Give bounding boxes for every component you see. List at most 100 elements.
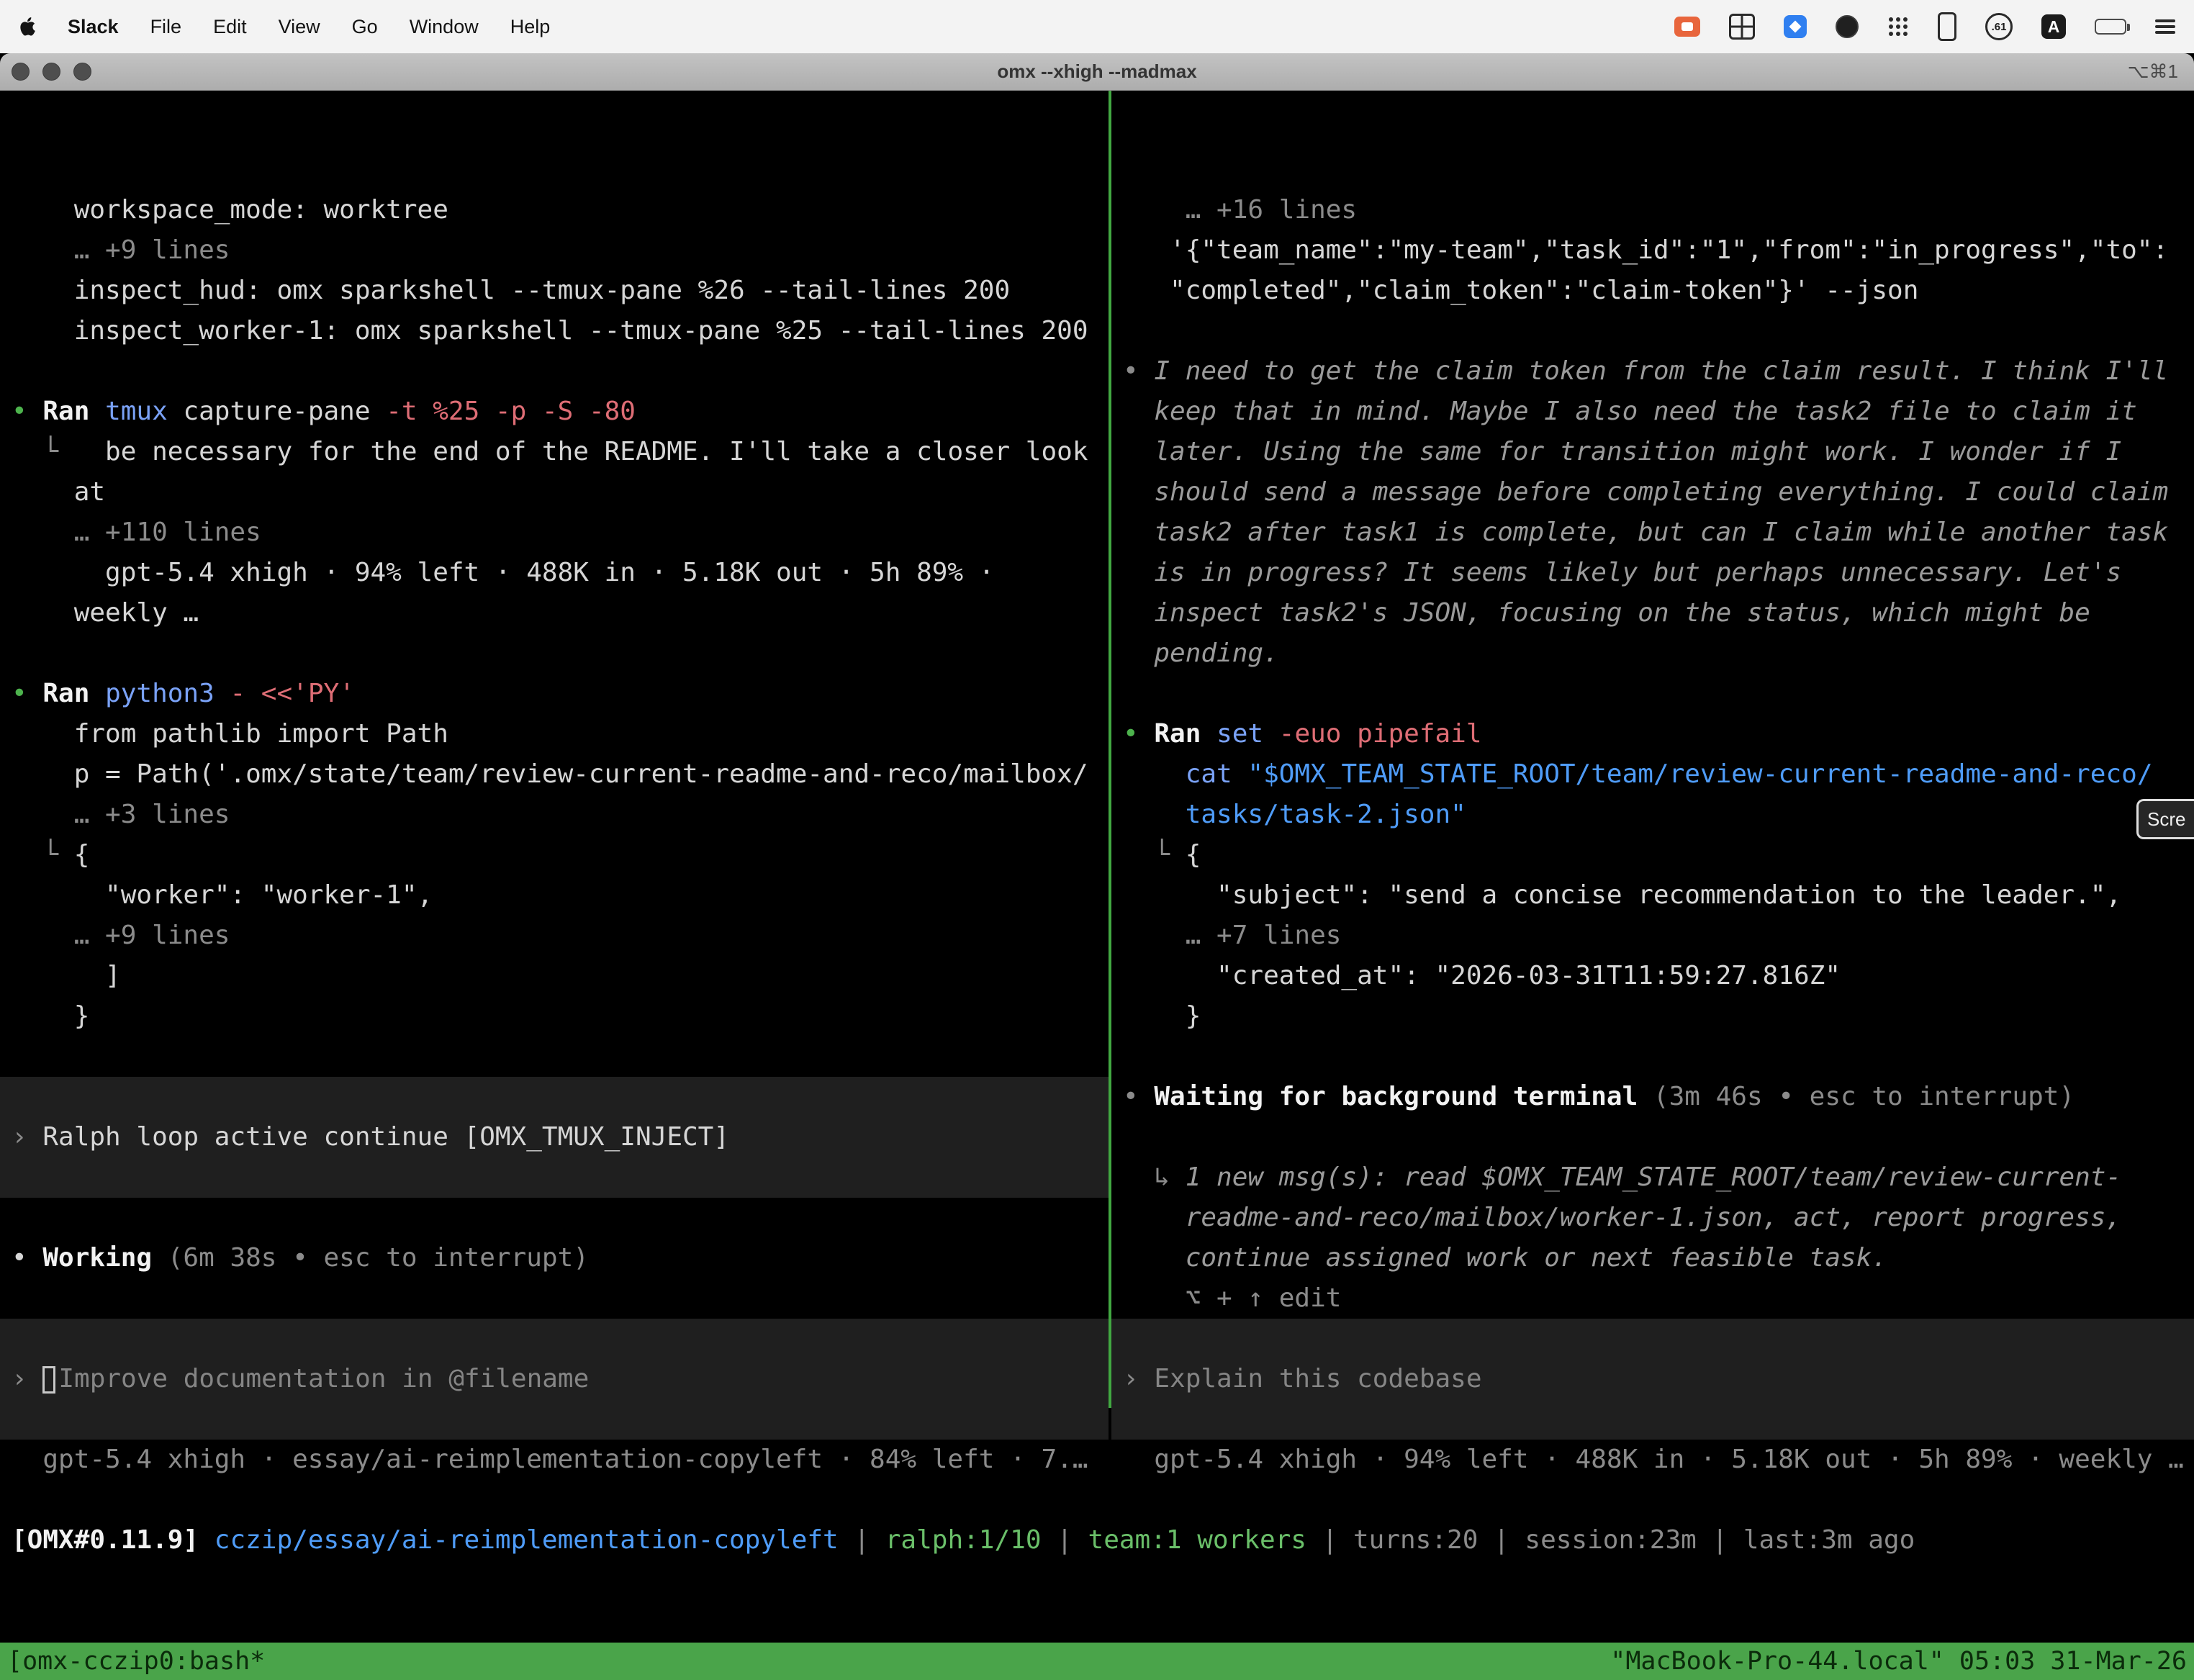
terminal-text-segment: "created_at": "2026-03-31T11:59:27.816Z" bbox=[1123, 961, 1841, 990]
terminal-line: … +110 lines bbox=[0, 512, 1109, 553]
screen-notification-overlay[interactable]: Scre bbox=[2136, 799, 2194, 839]
dots-grid-icon[interactable] bbox=[1887, 16, 1909, 37]
terminal-text-segment: Ran bbox=[42, 679, 105, 708]
terminal-text-segment: should send a message before completing … bbox=[1123, 477, 2168, 507]
apple-icon[interactable] bbox=[19, 17, 36, 37]
terminal-line: ⌥ + ↑ edit bbox=[1111, 1278, 2194, 1319]
terminal-line: from pathlib import Path bbox=[0, 714, 1109, 754]
terminal-text-segment: ↳ bbox=[1123, 1162, 1186, 1192]
terminal-text-segment: keep that in mind. Maybe I also need the… bbox=[1123, 397, 2137, 426]
terminal-text-segment: Explain this codebase bbox=[1154, 1364, 1481, 1394]
terminal-line: weekly … bbox=[0, 593, 1109, 633]
menu-bar-left: Slack File Edit View Go Window Help bbox=[19, 16, 550, 38]
terminal-text-segment: (3m 46s • esc to interrupt) bbox=[1653, 1082, 2075, 1111]
terminal-line: ] bbox=[0, 956, 1109, 996]
menu-view[interactable]: View bbox=[279, 16, 320, 38]
terminal-line: "completed","claim_token":"claim-token"}… bbox=[1111, 271, 2194, 311]
terminal-text-segment: inspect_worker-1: omx sparkshell --tmux-… bbox=[12, 316, 1088, 346]
terminal-text-segment: capture-pane bbox=[183, 397, 386, 426]
terminal-pane-left: workspace_mode: worktree … +9 lines insp… bbox=[0, 190, 1109, 1480]
terminal-line: … +16 lines bbox=[1111, 190, 2194, 230]
terminal-text-segment: › bbox=[1123, 1364, 1154, 1394]
blue-app-icon[interactable] bbox=[1784, 15, 1807, 38]
close-button[interactable] bbox=[12, 63, 30, 81]
window-tab-shortcut: ⌥⌘1 bbox=[2128, 60, 2194, 83]
menu-items: File Edit View Go Window Help bbox=[150, 16, 551, 38]
menu-app-name[interactable]: Slack bbox=[68, 16, 119, 38]
terminal-text-segment: is in progress? It seems likely but perh… bbox=[1123, 558, 2121, 587]
terminal-blank-line bbox=[0, 1278, 1109, 1319]
gauge-icon[interactable]: .61 bbox=[1985, 13, 2013, 40]
menu-bar-status-icons: .61 A bbox=[1674, 12, 2175, 41]
minimize-button[interactable] bbox=[42, 63, 60, 81]
iphone-mirroring-icon[interactable] bbox=[1938, 12, 1956, 41]
text-cursor bbox=[42, 1366, 55, 1394]
input-source-icon[interactable]: A bbox=[2041, 14, 2066, 39]
terminal-text-segment: [OMX#0.11.9] bbox=[12, 1525, 215, 1555]
terminal-text-segment: at bbox=[12, 477, 105, 507]
prompt-input-line: › Improve documentation in @filename bbox=[0, 1359, 1109, 1399]
terminal-text-segment: python3 bbox=[105, 679, 230, 708]
terminal-pane-right: … +16 lines '{"team_name":"my-team","tas… bbox=[1111, 190, 2194, 1480]
terminal-text-segment: } bbox=[12, 1001, 89, 1031]
terminal-text-segment: from pathlib import Path bbox=[12, 719, 448, 749]
terminal-text-segment: task2 after task1 is complete, but can I… bbox=[1123, 518, 2168, 547]
terminal-text-segment: Working bbox=[42, 1243, 167, 1273]
terminal-line: gpt-5.4 xhigh · 94% left · 488K in · 5.1… bbox=[0, 553, 1109, 593]
terminal-text-segment: … +16 lines bbox=[1123, 195, 1357, 225]
prompt-input-box[interactable]: › Explain this codebase bbox=[1111, 1319, 2194, 1440]
terminal-line: continue assigned work or next feasible … bbox=[1111, 1238, 2194, 1278]
screen-recording-indicator-icon[interactable] bbox=[1674, 17, 1700, 37]
terminal-text-segment: inspect task2's JSON, focusing on the st… bbox=[1123, 598, 2090, 628]
terminal-line: • Waiting for background terminal (3m 46… bbox=[1111, 1077, 2194, 1117]
terminal-text-segment: cczip/essay/ai-reimplementation-copyleft bbox=[215, 1525, 839, 1555]
battery-icon[interactable] bbox=[2095, 19, 2126, 35]
terminal-text-segment: | bbox=[839, 1525, 885, 1555]
terminal-line: … +9 lines bbox=[0, 230, 1109, 271]
menu-help[interactable]: Help bbox=[510, 16, 551, 38]
menu-window[interactable]: Window bbox=[410, 16, 479, 38]
menu-edit[interactable]: Edit bbox=[213, 16, 247, 38]
menu-go[interactable]: Go bbox=[352, 16, 378, 38]
terminal-text-segment: - <<'PY' bbox=[230, 679, 354, 708]
prompt-input-box[interactable]: › Improve documentation in @filename bbox=[0, 1319, 1109, 1440]
terminal-text-segment: … +7 lines bbox=[1123, 921, 1341, 950]
terminal-line: • Ran set -euo pipefail bbox=[1111, 714, 2194, 754]
zoom-button[interactable] bbox=[73, 63, 91, 81]
terminal-text-segment: tasks/task-2.json" bbox=[1123, 800, 1466, 829]
terminal-text-segment bbox=[1123, 759, 1186, 789]
terminal-line: └ { bbox=[1111, 835, 2194, 875]
terminal-text-segment: Waiting for background terminal bbox=[1154, 1082, 1653, 1111]
terminal-line: workspace_mode: worktree bbox=[0, 190, 1109, 230]
tmux-host-clock: "MacBook-Pro-44.local" 05:03 31-Mar-26 bbox=[1610, 1647, 2187, 1676]
terminal-blank-line bbox=[1111, 1117, 2194, 1157]
terminal-line: … +9 lines bbox=[0, 916, 1109, 956]
control-center-icon[interactable] bbox=[2155, 18, 2175, 35]
terminal-text-segment: ] bbox=[12, 961, 121, 990]
terminal-text-segment: team:1 workers bbox=[1088, 1525, 1306, 1555]
window-grid-icon[interactable] bbox=[1729, 14, 1755, 40]
terminal-text-segment: { bbox=[74, 840, 90, 870]
terminal-line: • Ran tmux capture-pane -t %25 -p -S -80 bbox=[0, 392, 1109, 432]
terminal-text-segment: … +3 lines bbox=[12, 800, 230, 829]
terminal-line: └ be necessary for the end of the README… bbox=[0, 432, 1109, 472]
terminal-text-segment: 1 new msg(s): read $OMX_TEAM_STATE_ROOT/… bbox=[1186, 1162, 2121, 1192]
tmux-session-label: [omx-cczip0:bash* bbox=[7, 1647, 265, 1676]
terminal-blank-line bbox=[1111, 311, 2194, 351]
terminal-text-segment: Ralph loop active continue [OMX_TMUX_INJ… bbox=[42, 1122, 729, 1152]
terminal-line: } bbox=[0, 996, 1109, 1037]
terminal-text-segment: continue assigned work or next feasible … bbox=[1123, 1243, 1887, 1273]
prompt-input-box[interactable]: › Ralph loop active continue [OMX_TMUX_I… bbox=[0, 1077, 1109, 1198]
terminal-text-segment: weekly … bbox=[12, 598, 199, 628]
terminal-text-segment: › bbox=[12, 1122, 42, 1152]
dark-circle-app-icon[interactable] bbox=[1836, 15, 1859, 38]
terminal-line: • Ran python3 - <<'PY' bbox=[0, 674, 1109, 714]
window-title: omx --xhigh --madmax bbox=[0, 60, 2194, 83]
terminal-text-segment: gpt-5.4 xhigh · 94% left · 488K in · 5.1… bbox=[12, 558, 994, 587]
traffic-lights bbox=[0, 63, 91, 81]
terminal-text-segment: | turns:20 | session:23m | last:3m ago bbox=[1306, 1525, 1915, 1555]
prompt-input-line: › Ralph loop active continue [OMX_TMUX_I… bbox=[0, 1117, 1109, 1157]
menu-file[interactable]: File bbox=[150, 16, 182, 38]
terminal-blank-line bbox=[0, 1037, 1109, 1077]
terminal-text-segment: cat bbox=[1186, 759, 1248, 789]
